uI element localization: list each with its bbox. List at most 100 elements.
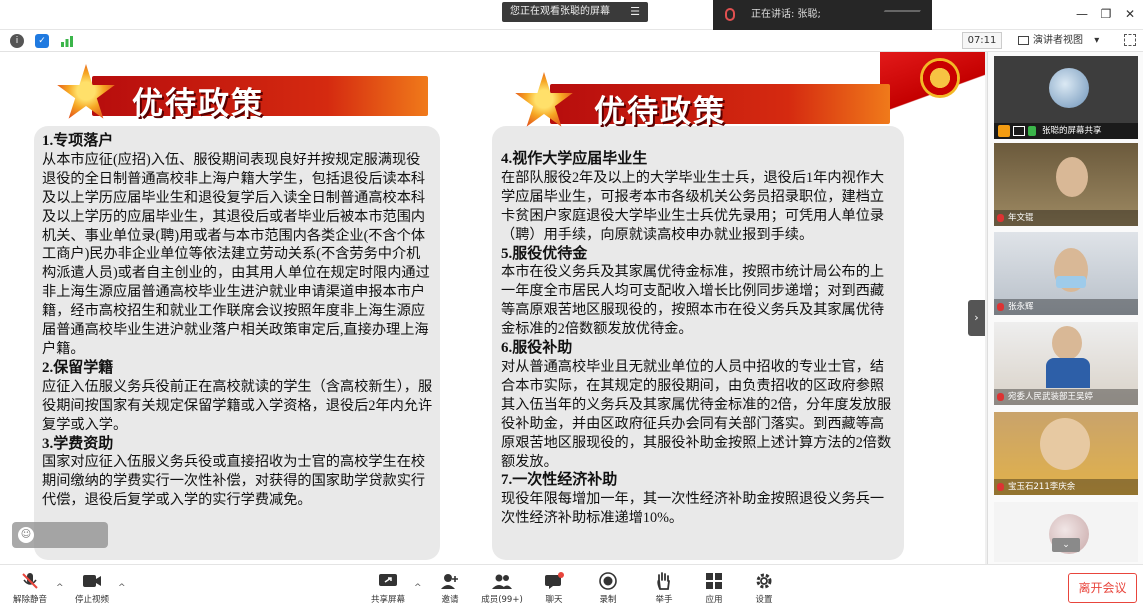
shared-slide: 优待政策 1.专项落户从本市应征(应招)入伍、服役期间表现良好并按规定服满现役退…: [0, 52, 985, 564]
policy-paragraph: 对从普通高校毕业且无就业单位的人员中招收的专业士官，结合本市实际，在其规定的服役…: [501, 358, 892, 470]
restore-button[interactable]: ❐: [1098, 6, 1114, 22]
close-button[interactable]: ✕: [1122, 6, 1138, 22]
users-icon: [492, 572, 512, 590]
settings-label: 设置: [755, 595, 773, 605]
video-options-caret[interactable]: ^: [118, 583, 126, 593]
right-policy-text: 4.视作大学应届毕业生在部队服役2年及以上的大学毕业生士兵，退役后1年内视作大学…: [501, 150, 897, 528]
policy-heading: 4.视作大学应届毕业生: [501, 151, 648, 167]
right-banner-title: 优待政策: [594, 94, 726, 130]
meeting-timer: 07:11: [962, 32, 1002, 49]
participant-body: [1046, 358, 1090, 388]
policy-paragraph: 从本市应征(应招)入伍、服役期间表现良好并按规定服满现役退役的全日制普通高校非上…: [42, 151, 430, 357]
raise-hand-button[interactable]: 举手: [642, 565, 686, 612]
unmute-button[interactable]: 解除静音: [6, 565, 54, 612]
info-icon[interactable]: i: [10, 34, 24, 48]
collapse-panel-button[interactable]: ›: [968, 300, 985, 336]
apps-button[interactable]: 应用: [692, 565, 736, 612]
record-icon: [598, 572, 618, 590]
apps-icon: [704, 572, 724, 590]
audio-options-caret[interactable]: ^: [56, 583, 64, 593]
camera-icon: [82, 572, 102, 590]
signal-icon[interactable]: [60, 34, 74, 48]
participants-label: 成员(99+): [481, 595, 523, 605]
participant-label: 宛委人民武装部王吴婷: [994, 389, 1138, 405]
reaction-chip[interactable]: ☺: [12, 522, 108, 548]
record-button[interactable]: 录制: [586, 565, 630, 612]
policy-heading: 2.保留学籍: [42, 359, 114, 376]
chat-icon: [544, 572, 564, 590]
participant-tile[interactable]: ⌄: [994, 502, 1138, 562]
chat-button[interactable]: 聊天: [532, 565, 576, 612]
mic-muted-icon: [997, 393, 1004, 401]
participants-button[interactable]: 成员(99+): [476, 565, 528, 612]
avatar: [1049, 68, 1089, 108]
participant-name: 张聪的屏幕共享: [1042, 126, 1102, 136]
left-policy-text: 1.专项落户从本市应征(应招)入伍、服役期间表现良好并按规定服满现役退役的全日制…: [42, 132, 434, 510]
view-mode-label: 演讲者视图: [1033, 35, 1083, 46]
meeting-info-bar: i ✓ 07:11 演讲者视图 ▾: [0, 30, 1143, 52]
shield-icon[interactable]: ✓: [35, 34, 49, 48]
unmute-label: 解除静音: [12, 595, 47, 605]
host-icon: [998, 125, 1010, 137]
speaker-label: 正在讲话: 张聪;: [751, 9, 821, 20]
participant-label: 张永辉: [994, 299, 1138, 315]
policy-heading: 6.服役补助: [501, 340, 573, 357]
participant-tile[interactable]: 张聪的屏幕共享: [994, 56, 1138, 139]
minimize-button[interactable]: —: [1074, 6, 1090, 22]
participant-tile[interactable]: 张永辉: [994, 232, 1138, 315]
share-screen-icon: [378, 572, 398, 590]
apps-label: 应用: [705, 595, 723, 605]
share-screen-button[interactable]: 共享屏幕: [364, 565, 412, 612]
gear-icon: [754, 572, 774, 590]
policy-paragraph: 在部队服役2年及以上的大学毕业生士兵，退役后1年内视作大学应届毕业生，可报考本市…: [501, 169, 885, 243]
participant-name: 宛委人民武装部王吴婷: [1008, 392, 1094, 402]
add-user-icon: [440, 572, 460, 590]
meeting-window: 您正在观看张聪的屏幕 ☰ 正在讲话: 张聪; — ❐ ✕ i ✓ 07:11 演…: [0, 0, 1143, 612]
participant-tile[interactable]: 宛委人民武装部王吴婷: [994, 322, 1138, 405]
fullscreen-icon[interactable]: [1124, 34, 1136, 46]
invite-button[interactable]: 邀请: [428, 565, 472, 612]
participant-label: 张聪的屏幕共享: [994, 123, 1138, 139]
policy-heading: 1.专项落户: [42, 133, 114, 149]
participant-tile[interactable]: 年文锟: [994, 143, 1138, 226]
mic-off-icon: [20, 572, 40, 590]
participant-name: 年文锟: [1008, 213, 1034, 223]
participant-video: [1040, 418, 1090, 470]
invite-label: 邀请: [441, 595, 459, 605]
active-speaker-bar: 正在讲话: 张聪;: [713, 0, 932, 30]
policy-heading: 3.学费资助: [42, 435, 114, 452]
audio-wave-icon: [879, 10, 921, 20]
policy-paragraph: 本市在役义务兵及其家属优待金标准，按照市统计局公布的上一年度全市居民人均可支配收…: [501, 264, 885, 338]
share-options-caret[interactable]: ^: [414, 583, 422, 593]
mic-muted-icon: [997, 303, 1004, 311]
download-icon: [1028, 126, 1036, 136]
left-banner-title: 优待政策: [132, 86, 264, 122]
leave-meeting-button[interactable]: 离开会议: [1068, 573, 1137, 603]
share-menu-icon[interactable]: ☰: [630, 2, 640, 22]
policy-heading: 7.一次性经济补助: [501, 472, 618, 489]
chat-label: 聊天: [545, 595, 563, 605]
screen-share-notice[interactable]: 您正在观看张聪的屏幕 ☰: [502, 2, 648, 22]
policy-paragraph: 现役年限每增加一年，其一次性经济补助金按照退役义务兵一次性经济补助标准递增10%…: [501, 491, 885, 527]
screen-icon: [1013, 126, 1025, 136]
participant-name: 张永辉: [1008, 302, 1034, 312]
settings-button[interactable]: 设置: [742, 565, 786, 612]
smiley-icon: ☺: [18, 527, 34, 543]
participant-label: 年文锟: [994, 210, 1138, 226]
participant-video: [1052, 326, 1082, 360]
stop-video-button[interactable]: 停止视频: [68, 565, 116, 612]
meeting-controls: 解除静音 ^ 停止视频 ^ 共享屏幕 ^ 邀请 成员(99+) 聊天 录制 举手…: [0, 564, 1143, 612]
chevron-down-icon[interactable]: ⌄: [1052, 538, 1080, 552]
record-label: 录制: [599, 595, 617, 605]
share-screen-label: 共享屏幕: [370, 595, 405, 605]
participant-video: [1056, 157, 1088, 197]
chevron-down-icon: ▾: [1094, 35, 1100, 46]
speaker-mic-icon: [725, 8, 735, 21]
mask: [1056, 276, 1086, 288]
participant-tile[interactable]: 宝玉石211李庆余: [994, 412, 1138, 495]
mic-muted-icon: [997, 214, 1004, 222]
view-mode-button[interactable]: 演讲者视图 ▾: [1015, 32, 1111, 49]
participant-name: 宝玉石211李庆余: [1008, 482, 1076, 492]
mic-muted-icon: [997, 483, 1004, 491]
title-bar: 您正在观看张聪的屏幕 ☰ 正在讲话: 张聪; — ❐ ✕: [0, 0, 1143, 30]
